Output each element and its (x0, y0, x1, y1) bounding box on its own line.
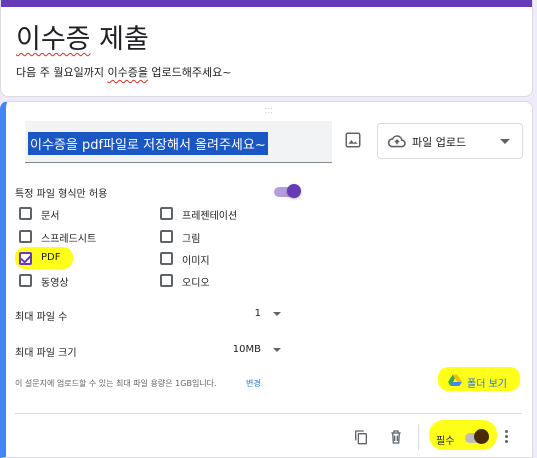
checkbox-pdf-label: PDF (41, 252, 61, 263)
form-title[interactable]: 이수증 제출 (16, 17, 149, 56)
change-limit-link[interactable]: 변경 (246, 378, 261, 389)
form-title-word-2: 제출 (90, 24, 149, 55)
checkbox-spreadsheet[interactable] (19, 230, 32, 243)
checkbox-document-label: 문서 (41, 211, 60, 222)
checkbox-presentation[interactable] (160, 207, 173, 220)
question-type-label: 파일 업로드 (412, 136, 467, 149)
image-icon[interactable] (344, 131, 362, 149)
question-title-field[interactable]: 이수증을 pdf파일로 저장해서 올려주세요~ (25, 121, 332, 163)
checkbox-video[interactable] (19, 274, 32, 287)
checkbox-drawing[interactable] (160, 230, 173, 243)
max-size-label: 최대 파일 크기 (15, 348, 77, 359)
folder-view-button[interactable]: 폴더 보기 (446, 372, 516, 390)
more-vert-icon[interactable] (503, 429, 509, 445)
form-title-word-1: 이수증 (16, 24, 91, 55)
max-files-select[interactable]: 1 (246, 308, 261, 319)
question-title-text: 이수증을 pdf파일로 저장해서 올려주세요~ (28, 132, 268, 155)
footer-divider (15, 413, 522, 414)
allow-specific-types-label: 특정 파일 형식만 허용 (15, 189, 108, 200)
question-type-select[interactable]: 파일 업로드 (377, 123, 523, 159)
form-description-part-1: 다음 주 월요일까지 (16, 66, 108, 79)
checkbox-pdf[interactable] (19, 252, 32, 265)
max-size-select[interactable]: 10MB (221, 344, 261, 355)
form-description-part-2: 이수증을 (107, 66, 148, 79)
checkbox-audio[interactable] (160, 274, 173, 287)
form-header-card: 이수증 제출 다음 주 월요일까지 이수증을 업로드해주세요~ (0, 0, 533, 97)
footer-separator (418, 424, 419, 450)
chevron-down-icon[interactable] (273, 348, 281, 352)
required-toggle[interactable] (474, 429, 489, 444)
checkbox-image[interactable] (160, 252, 173, 265)
chevron-down-icon[interactable] (273, 312, 281, 316)
drag-handle-icon[interactable]: ⋯ ⋯ (262, 105, 276, 117)
question-card: ⋯ ⋯ 이수증을 pdf파일로 저장해서 올려주세요~ 파일 업로드 특정 파일 … (0, 101, 533, 458)
upload-limit-note: 이 설문지에 업로드할 수 있는 최대 파일 용량은 1GB입니다. (15, 379, 217, 388)
checkbox-drawing-label: 그림 (182, 234, 201, 245)
checkbox-image-label: 이미지 (182, 256, 210, 267)
copy-icon[interactable] (353, 429, 369, 445)
cloud-upload-icon (387, 135, 406, 148)
form-description[interactable]: 다음 주 월요일까지 이수증을 업로드해주세요~ (16, 64, 232, 80)
allow-types-toggle[interactable] (287, 184, 301, 198)
form-description-part-3: 업로드해주세요~ (147, 66, 232, 79)
checkbox-audio-label: 오디오 (182, 278, 210, 289)
drive-icon (448, 374, 462, 386)
folder-view-label: 폴더 보기 (467, 379, 507, 390)
chevron-down-icon (500, 139, 510, 144)
checkbox-presentation-label: 프레젠테이션 (182, 211, 238, 222)
header-accent-bar (1, 0, 532, 7)
checkbox-document[interactable] (19, 207, 32, 220)
required-label: 필수 (436, 436, 455, 447)
checkbox-spreadsheet-label: 스프레드시트 (41, 234, 97, 245)
trash-icon[interactable] (388, 429, 404, 445)
max-files-label: 최대 파일 수 (15, 312, 68, 323)
checkbox-video-label: 동영상 (41, 278, 69, 289)
